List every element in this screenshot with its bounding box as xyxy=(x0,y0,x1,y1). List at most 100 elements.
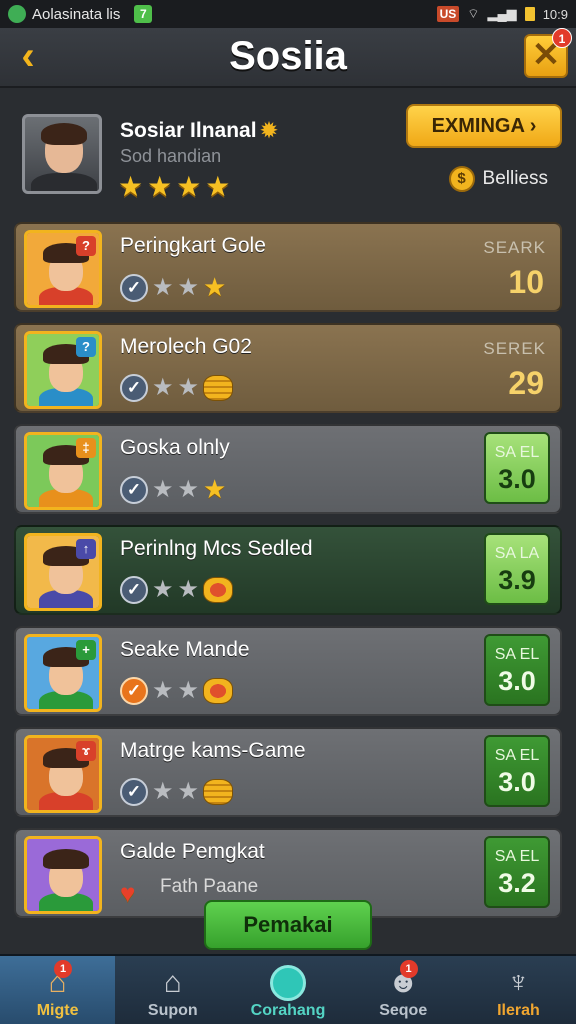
check-icon: ✓ xyxy=(120,373,148,402)
game-title: Merolech G02 xyxy=(120,335,252,358)
star-empty-icon: ★ xyxy=(152,778,174,805)
nav-item-migte[interactable]: ⌂ Migte 1 xyxy=(0,956,116,1024)
game-thumbnail: + xyxy=(24,634,102,712)
score-value: 10 xyxy=(508,264,544,300)
profile-stars: ★★★★ xyxy=(118,171,235,202)
pemakai-button[interactable]: Pemakai xyxy=(204,900,372,950)
avatar[interactable] xyxy=(22,114,102,194)
game-rating: ♥ xyxy=(120,878,135,909)
nav-item-seqoe[interactable]: ☻ Seqoe 1 xyxy=(346,956,461,1024)
coins-icon xyxy=(203,576,234,603)
thumb-badge: ɤ xyxy=(76,741,96,761)
exminga-button[interactable]: EXMINGA › xyxy=(406,104,562,148)
star-empty-icon: ★ xyxy=(152,476,174,503)
nav-label: Corahang xyxy=(250,1002,326,1019)
check-icon: ✓ xyxy=(120,475,148,504)
score-value: 3.0 xyxy=(498,767,536,797)
game-rating: ✓ ★ ★ ★ xyxy=(120,272,226,303)
signal-icon: ▂▄▆ xyxy=(487,6,517,21)
wifi-icon: ⌔ xyxy=(467,6,480,21)
game-rating: ✓ ★ ★ ★ xyxy=(120,474,226,505)
thumb-badge: ? xyxy=(76,337,96,357)
game-thumbnail: ↑ xyxy=(24,533,102,611)
game-card[interactable]: ? Merolech G02 ✓ ★ ★ SEREK 29 xyxy=(14,323,562,413)
check-icon: ✓ xyxy=(120,777,148,806)
nav-item-ilerah[interactable]: ♆ Ilerah xyxy=(461,956,576,1024)
thumb-badge: ‡ xyxy=(76,438,96,458)
game-card[interactable]: ɤ Matrge kams-Game ✓ ★ ★ SA EL 3.0 xyxy=(14,727,562,817)
score-box[interactable]: SA EL 3.0 xyxy=(484,735,550,807)
nav-label: Ilerah xyxy=(497,1002,540,1019)
score-label: SEARK xyxy=(483,238,546,257)
game-title: Peringkart Gole xyxy=(120,234,266,257)
game-title: Seake Mande xyxy=(120,638,250,661)
chat-icon xyxy=(230,964,345,1002)
game-card[interactable]: ↑ Perinlng Mcs Sedled ✓ ★ ★ SA LA 3.9 xyxy=(14,525,562,615)
profile-name: Sosiar Ilnanal ✹ xyxy=(120,119,278,142)
app-icon xyxy=(8,5,26,23)
coin-icon: $ xyxy=(448,166,475,192)
game-thumbnail: ? xyxy=(24,331,102,409)
score-box[interactable]: SA LA 3.9 xyxy=(484,533,550,605)
nav-label: Migte xyxy=(36,1002,79,1019)
nav-label: Supon xyxy=(147,1002,198,1019)
check-icon: ✓ xyxy=(120,273,148,302)
nav-item-supon[interactable]: ⌂ Supon xyxy=(115,956,230,1024)
game-title: Galde Pemgkat xyxy=(120,840,265,863)
score-box[interactable]: SA EL 3.2 xyxy=(484,836,550,908)
game-thumbnail: ‡ xyxy=(24,432,102,510)
star-empty-icon: ★ xyxy=(177,476,200,503)
status-bar: Aolasinata lis 7 US ⌔ ▂▄▆ 10:9 xyxy=(0,0,576,28)
notification-icon: 7 xyxy=(134,5,153,23)
notification-badge: 1 xyxy=(552,28,572,48)
nav-label: Seqoe xyxy=(379,1002,428,1019)
house-icon: ⌂ xyxy=(163,966,182,999)
profile-subtitle: Sod handian xyxy=(120,146,222,166)
game-rating: ✓ ★ ★ xyxy=(120,575,234,604)
currency-label: Belliess xyxy=(482,168,548,189)
close-button[interactable]: ✕ 1 xyxy=(524,28,572,78)
currency-row: $ Belliess xyxy=(448,166,548,192)
trophy-icon: ♆ xyxy=(507,966,530,999)
game-rating: ✓ ★ ★ xyxy=(120,777,234,806)
bottom-nav: ⌂ Migte 1 ⌂ Supon Corahang ☻ Seqoe 1 ♆ I… xyxy=(0,954,576,1024)
star-empty-icon: ★ xyxy=(177,778,200,805)
score-label: SEREK xyxy=(483,339,546,358)
game-title: Goska olnly xyxy=(120,436,230,459)
check-icon: ✓ xyxy=(120,575,148,604)
notification-badge: 1 xyxy=(399,960,418,978)
star-empty-icon: ★ xyxy=(177,374,200,401)
coins-icon xyxy=(203,778,234,805)
game-thumbnail: ? xyxy=(24,230,102,308)
score-box[interactable]: SA EL 3.0 xyxy=(484,634,550,706)
check-icon: ✓ xyxy=(120,676,148,705)
star-empty-icon: ★ xyxy=(152,576,174,603)
score-label: SA EL xyxy=(494,848,540,865)
status-app-title: Aolasinata lis xyxy=(32,5,121,23)
game-card[interactable]: ‡ Goska olnly ✓ ★ ★ ★ SA EL 3.0 xyxy=(14,424,562,514)
notification-badge: 1 xyxy=(54,960,72,978)
game-card[interactable]: + Seake Mande ✓ ★ ★ SA EL 3.0 xyxy=(14,626,562,716)
nav-item-corahang[interactable]: Corahang xyxy=(230,956,345,1024)
battery-icon xyxy=(524,7,535,21)
score-label: SA EL xyxy=(494,646,540,663)
game-title: Matrge kams-Game xyxy=(120,739,306,762)
score-value: 3.0 xyxy=(498,464,536,494)
star-empty-icon: ★ xyxy=(152,677,174,704)
game-title: Perinlng Mcs Sedled xyxy=(120,537,313,560)
score-value: 3.9 xyxy=(498,565,536,595)
coins-icon xyxy=(203,374,234,401)
game-rating: ✓ ★ ★ xyxy=(120,373,234,402)
carrier-label: US xyxy=(436,6,460,22)
score-box[interactable]: SA EL 3.0 xyxy=(484,432,550,504)
header: ‹ Sosiia ✕ 1 xyxy=(0,28,576,88)
score-label: SA EL xyxy=(494,747,540,764)
star-empty-icon: ★ xyxy=(177,274,200,301)
game-card[interactable]: ? Peringkart Gole ✓ ★ ★ ★ SEARK 10 xyxy=(14,222,562,312)
star-icon: ★ xyxy=(203,474,227,504)
status-right: US ⌔ ▂▄▆ 10:9 xyxy=(436,6,568,22)
gear-icon: ✹ xyxy=(260,120,278,142)
thumb-badge: ? xyxy=(76,236,96,256)
game-thumbnail: ɤ xyxy=(24,735,102,813)
heart-icon: ♥ xyxy=(120,878,136,908)
